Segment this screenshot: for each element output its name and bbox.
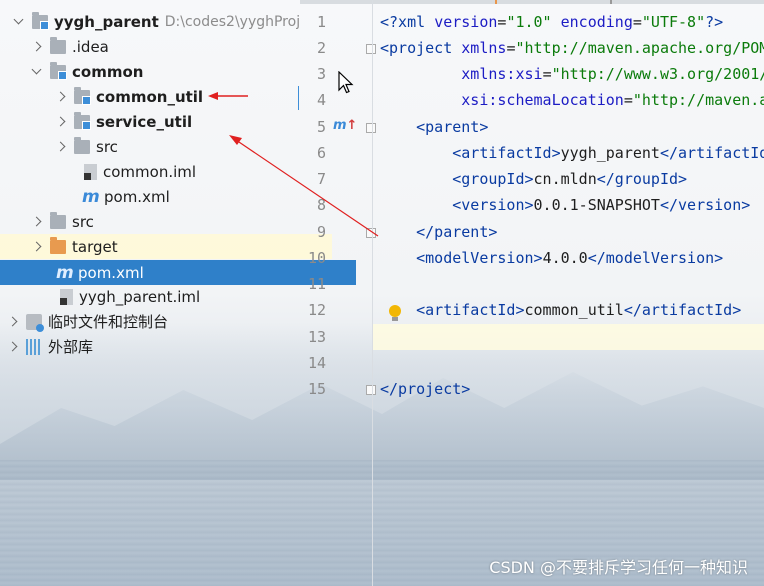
annotation-arrows xyxy=(208,92,379,237)
arrow-to-service-util xyxy=(229,135,379,237)
watermark: CSDN @不要排斥学习任何一种知识 xyxy=(489,558,748,577)
arrow-to-common-util xyxy=(208,92,248,100)
